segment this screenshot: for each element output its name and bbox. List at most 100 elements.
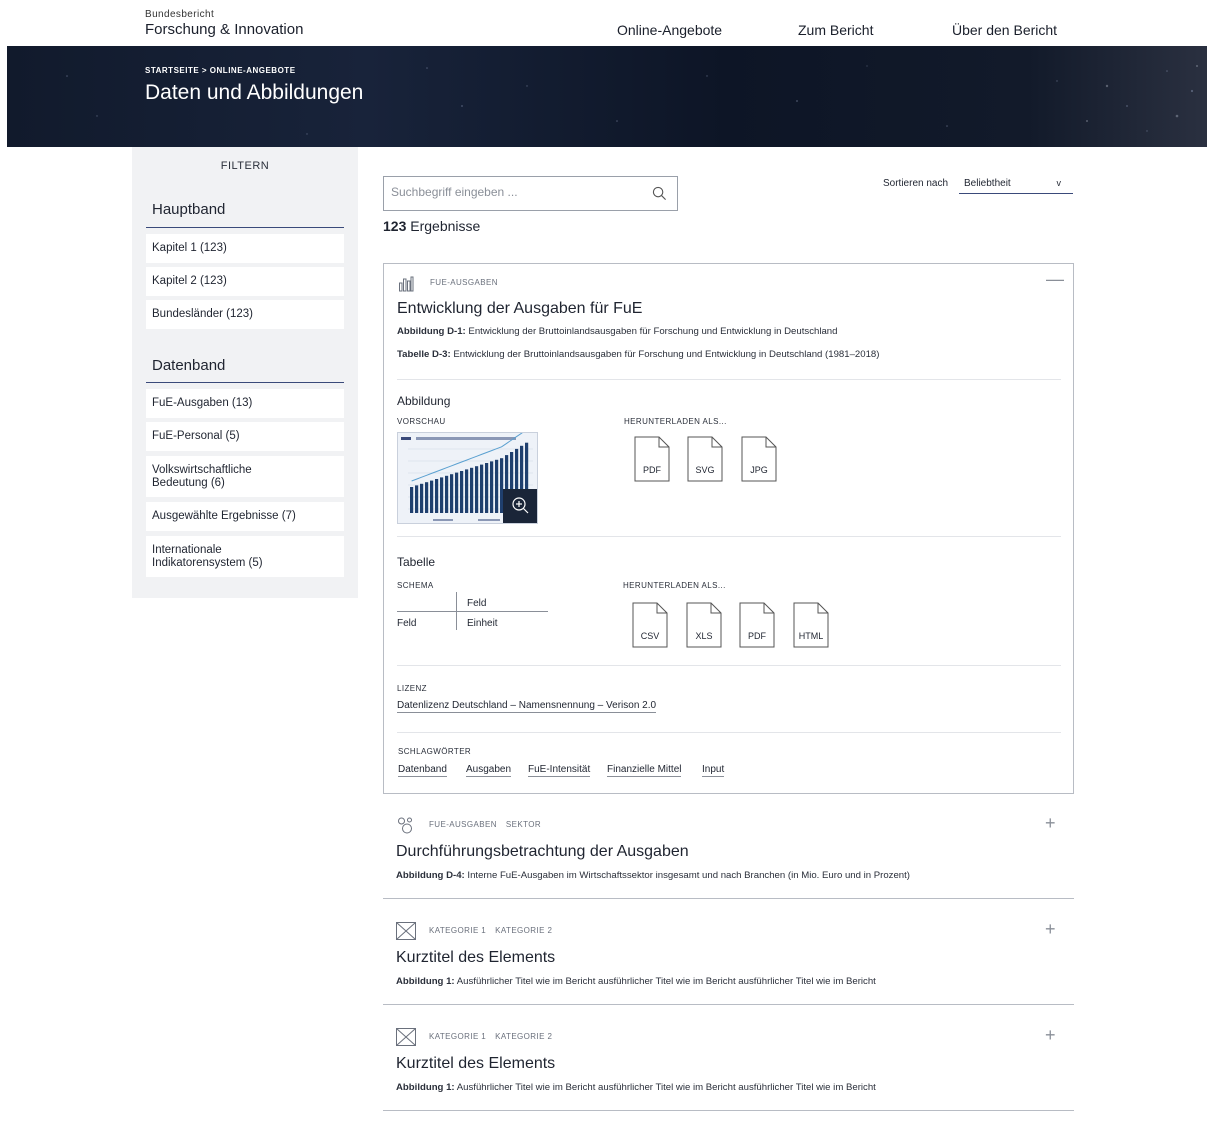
item-tag[interactable]: KATEGORIE 1	[429, 1032, 486, 1041]
sort-label: Sortieren nach	[883, 178, 949, 189]
divider	[397, 536, 1061, 537]
filter-sidebar: FILTERN Hauptband Kapitel 1 (123) Kapite…	[132, 147, 358, 598]
hero-banner: STARTSEITE > ONLINE-ANGEBOTE Daten und A…	[7, 46, 1207, 147]
results-number: 123	[383, 218, 407, 234]
item-tag[interactable]: FUE-AUSGABEN	[429, 820, 497, 829]
thumbnail-bar	[470, 467, 474, 513]
item-subtitle[interactable]: Abbildung 1: Ausführlicher Titel wie im …	[396, 1082, 876, 1093]
filter-item[interactable]: FuE-Ausgaben (13)	[146, 389, 344, 418]
download-jpg-button[interactable]: JPG	[741, 436, 777, 482]
download-label: HERUNTERLADEN ALS...	[623, 581, 726, 590]
keyword-link[interactable]: Finanzielle Mittel	[607, 764, 682, 777]
card-tag[interactable]: FUE-AUSGABEN	[430, 278, 498, 287]
thumbnail-bar	[415, 485, 419, 513]
keyword-link[interactable]: FuE-Intensität	[528, 764, 591, 777]
search-icon[interactable]	[652, 186, 667, 201]
divider	[397, 665, 1061, 666]
item-tag[interactable]: KATEGORIE 2	[495, 926, 552, 935]
item-divider	[383, 1004, 1074, 1005]
nav-ueber-den-bericht[interactable]: Über den Bericht	[952, 22, 1057, 38]
item-subtitle-text: Interne FuE-Ausgaben im Wirtschaftssekto…	[464, 870, 911, 881]
card-title[interactable]: Entwicklung der Ausgaben für FuE	[397, 300, 642, 318]
file-format-label: PDF	[748, 631, 766, 641]
download-svg-button[interactable]: SVG	[687, 436, 723, 482]
download-xls-button[interactable]: XLS	[686, 602, 722, 648]
filter-group-title: Hauptband	[152, 201, 226, 218]
filter-item[interactable]: Kapitel 2 (123)	[146, 267, 344, 296]
download-pdf-table-button[interactable]: PDF	[739, 602, 775, 648]
top-bar: Bundesbericht Forschung & Innovation Onl…	[0, 0, 1207, 46]
keyword-link[interactable]: Ausgaben	[466, 764, 512, 777]
download-html-button[interactable]: HTML	[793, 602, 829, 648]
figure-preview[interactable]	[397, 432, 538, 524]
file-icon	[634, 436, 670, 482]
thumbnail-bar	[430, 480, 434, 513]
filter-item-label: Volkswirtschaftliche Bedeutung (6)	[152, 464, 252, 489]
file-format-label: HTML	[798, 631, 824, 641]
filter-item[interactable]: Internationale Indikatorensystem (5)	[146, 536, 344, 577]
item-tags: KATEGORIE 1 KATEGORIE 2	[429, 926, 561, 935]
nav-zum-bericht[interactable]: Zum Bericht	[798, 22, 873, 38]
item-title[interactable]: Durchführungsbetrachtung der Ausgaben	[396, 843, 689, 861]
divider	[397, 379, 1061, 380]
thumbnail-line	[411, 433, 523, 482]
expand-toggle[interactable]: +	[1045, 1025, 1056, 1046]
thumbnail-bar	[450, 474, 454, 513]
item-tag[interactable]: SEKTOR	[506, 820, 541, 829]
keyword-link[interactable]: Input	[702, 764, 725, 777]
thumbnail-bar	[480, 464, 484, 513]
search-input[interactable]	[391, 185, 641, 199]
card-subtitle-text: Entwicklung der Bruttoinlandsausgaben fü…	[465, 326, 838, 337]
schema-row-header: Feld	[397, 618, 417, 629]
breadcrumb[interactable]: STARTSEITE > ONLINE-ANGEBOTE	[145, 66, 296, 75]
keywords-label: SCHLAGWÖRTER	[398, 747, 472, 756]
thumbnail-bar	[425, 482, 429, 513]
collapse-toggle[interactable]: —	[1046, 269, 1064, 290]
item-subtitle[interactable]: Abbildung D-4: Interne FuE-Ausgaben im W…	[396, 870, 910, 881]
results-label: Ergebnisse	[410, 218, 481, 234]
placeholder-image-icon	[396, 922, 416, 940]
brand-logo[interactable]: Bundesbericht Forschung & Innovation	[145, 9, 303, 38]
result-card-expanded: FUE-AUSGABEN — Entwicklung der Ausgaben …	[383, 263, 1074, 794]
file-format-label: PDF	[643, 465, 661, 475]
file-format-label: JPG	[750, 465, 768, 475]
card-subtitle[interactable]: Tabelle D-3: Entwicklung der Bruttoinlan…	[397, 349, 879, 360]
card-subtitle-text: Entwicklung der Bruttoinlandsausgaben fü…	[450, 349, 880, 360]
divider	[397, 732, 1061, 733]
keyword-link[interactable]: Datenband	[398, 764, 447, 777]
result-item: KATEGORIE 1 KATEGORIE 2 + Kurztitel des E…	[383, 1022, 1074, 1112]
page-title: Daten und Abbildungen	[145, 81, 364, 104]
filter-item[interactable]: Ausgewählte Ergebnisse (7)	[146, 502, 344, 531]
license-link[interactable]: Datenlizenz Deutschland – Namensnennung …	[397, 700, 657, 713]
item-tags: FUE-AUSGABEN SEKTOR	[429, 820, 550, 829]
nav-online-angebote[interactable]: Online-Angebote	[617, 22, 722, 38]
thumbnail-bar	[475, 466, 479, 513]
filter-item[interactable]: Volkswirtschaftliche Bedeutung (6)	[146, 456, 344, 497]
item-title[interactable]: Kurztitel des Elements	[396, 1055, 555, 1073]
file-icon	[687, 436, 723, 482]
item-tag[interactable]: KATEGORIE 1	[429, 926, 486, 935]
schema-label: SCHEMA	[397, 581, 434, 590]
card-subtitle-prefix: Tabelle D-3:	[397, 349, 451, 360]
expand-toggle[interactable]: +	[1045, 919, 1056, 940]
filter-group-divider	[146, 382, 344, 383]
item-subtitle[interactable]: Abbildung 1: Ausführlicher Titel wie im …	[396, 976, 876, 987]
expand-toggle[interactable]: +	[1045, 813, 1056, 834]
filter-item[interactable]: Kapitel 1 (123)	[146, 234, 344, 263]
zoom-in-icon	[512, 497, 529, 514]
item-tag[interactable]: KATEGORIE 2	[495, 1032, 552, 1041]
item-title[interactable]: Kurztitel des Elements	[396, 949, 555, 967]
sort-select[interactable]: Beliebtheit v	[959, 175, 1073, 194]
search-box[interactable]	[383, 176, 678, 211]
placeholder-image-icon	[396, 1028, 416, 1046]
filter-item[interactable]: Bundesländer (123)	[146, 300, 344, 329]
thumbnail-bar	[440, 477, 444, 513]
download-csv-button[interactable]: CSV	[632, 602, 668, 648]
file-icon	[686, 602, 722, 648]
zoom-button[interactable]	[503, 489, 537, 523]
filter-item[interactable]: FuE-Personal (5)	[146, 422, 344, 451]
download-label: HERUNTERLADEN ALS...	[624, 417, 727, 426]
card-subtitle-prefix: Abbildung D-1:	[397, 326, 466, 337]
download-pdf-button[interactable]: PDF	[634, 436, 670, 482]
card-subtitle[interactable]: Abbildung D-1: Entwicklung der Bruttoinl…	[397, 326, 837, 337]
